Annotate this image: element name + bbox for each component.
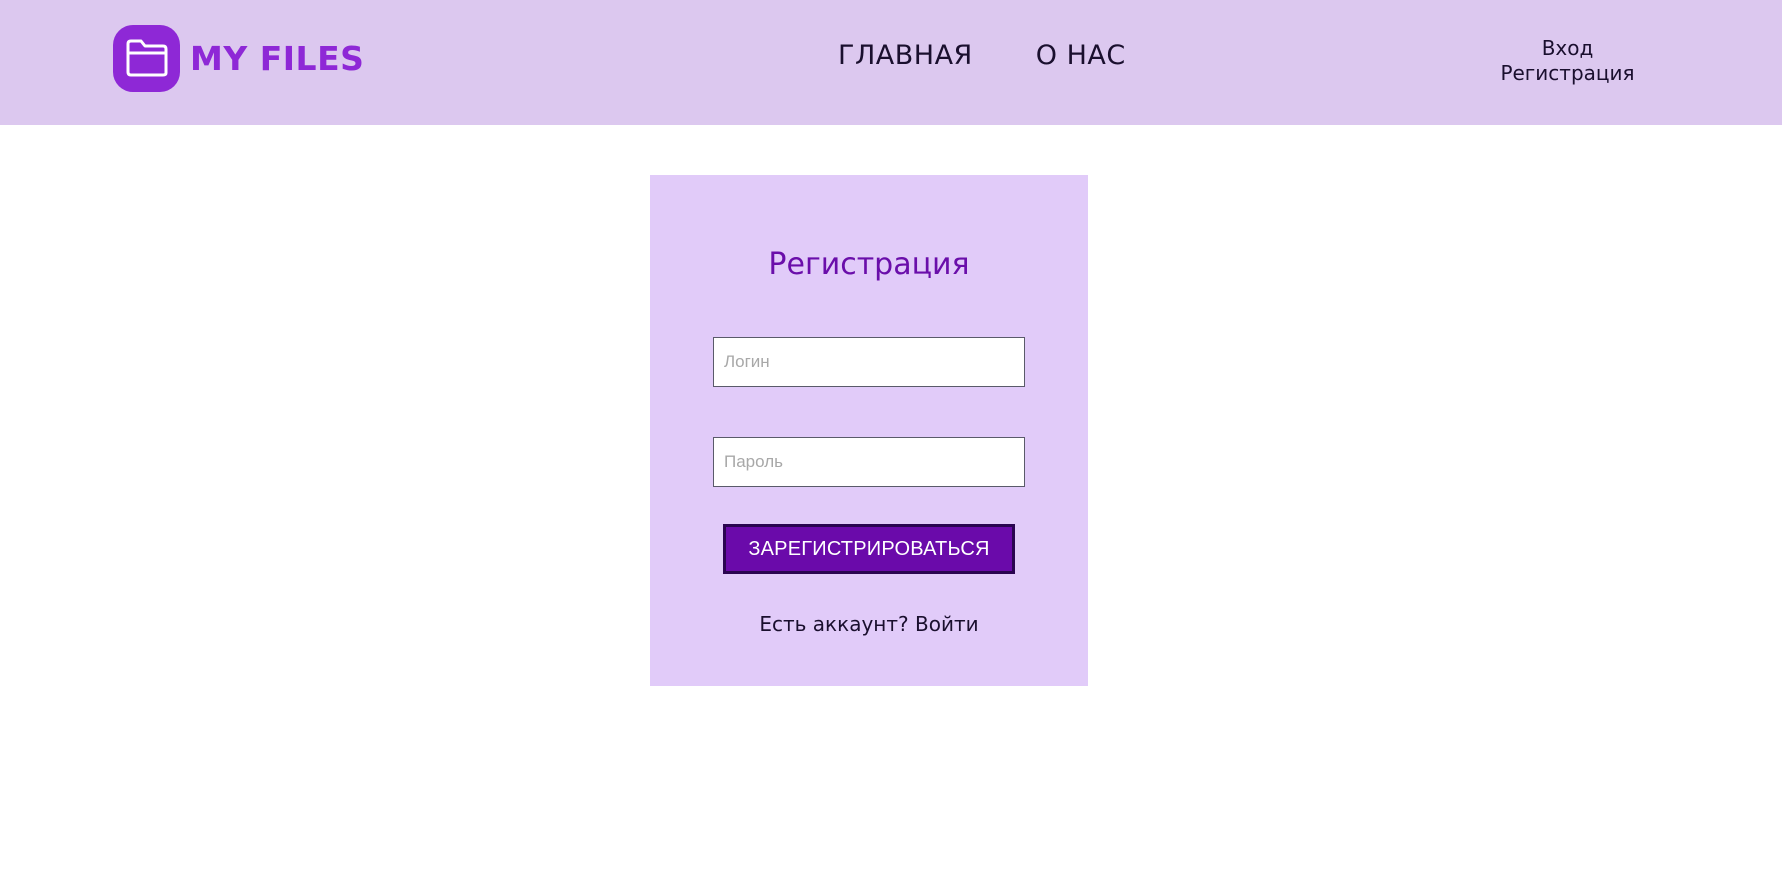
logo-text: MY FILES: [190, 38, 365, 78]
nav-item-home[interactable]: ГЛАВНАЯ: [838, 40, 973, 71]
auth-links: Вход Регистрация: [1480, 36, 1655, 85]
register-link[interactable]: Регистрация: [1500, 61, 1634, 85]
registration-card: Регистрация ЗАРЕГИСТРИРОВАТЬСЯ Есть акка…: [650, 175, 1088, 686]
form-title: Регистрация: [768, 247, 970, 282]
signin-link[interactable]: Войти: [915, 612, 979, 636]
have-account-line: Есть аккаунт? Войти: [650, 612, 1088, 636]
logo-link[interactable]: MY FILES: [113, 24, 364, 92]
site-header: MY FILES ГЛАВНАЯ О НАС Вход Регистрация: [0, 0, 1782, 125]
password-input[interactable]: [713, 437, 1025, 487]
register-button[interactable]: ЗАРЕГИСТРИРОВАТЬСЯ: [723, 524, 1015, 574]
main-nav: ГЛАВНАЯ О НАС: [838, 40, 1126, 71]
login-link[interactable]: Вход: [1542, 36, 1594, 60]
login-input[interactable]: [713, 337, 1025, 387]
nav-item-about[interactable]: О НАС: [1036, 40, 1126, 71]
folder-icon: [113, 24, 180, 92]
have-account-text: Есть аккаунт?: [759, 612, 909, 636]
